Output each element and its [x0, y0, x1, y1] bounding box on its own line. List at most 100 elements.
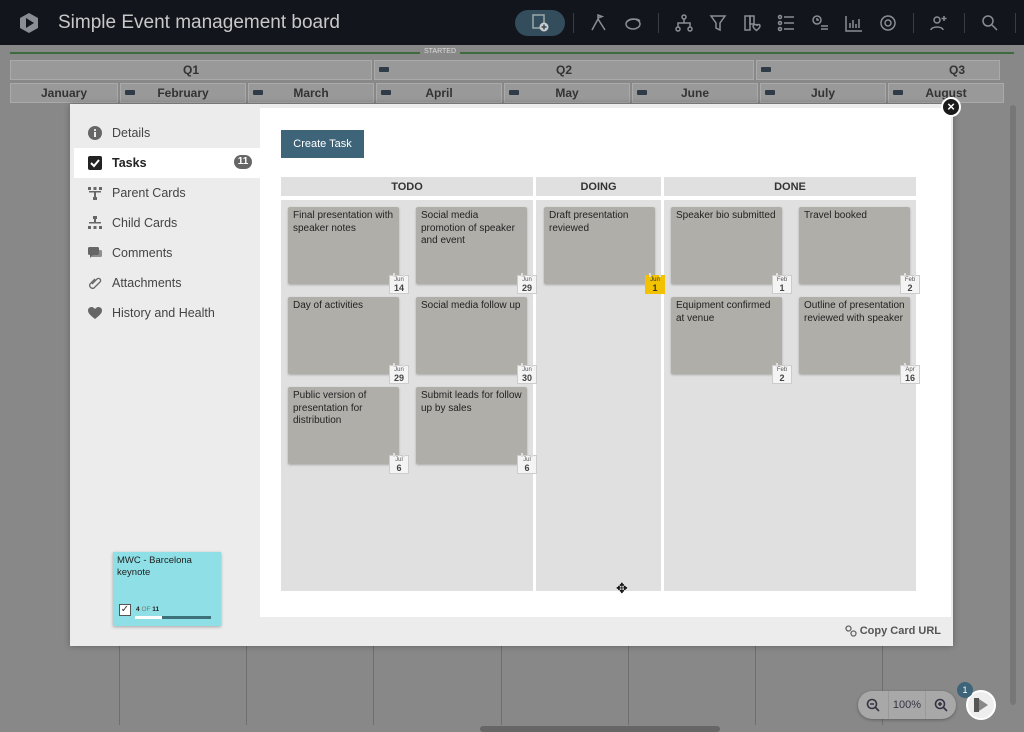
- zoom-out-button[interactable]: [858, 691, 888, 719]
- due-date-badge: Jun 14: [389, 273, 409, 294]
- checkbox-icon: [87, 155, 103, 171]
- task-card[interactable]: Social media follow up Jun 30: [416, 297, 537, 384]
- child-cards-icon: [87, 215, 103, 231]
- task-card[interactable]: Equipment confirmed at venue Feb 2: [671, 297, 792, 384]
- toolbar-divider: [573, 12, 574, 33]
- notification-count-badge: 1: [957, 682, 973, 698]
- nav-item-parent-cards[interactable]: Parent Cards: [74, 178, 260, 208]
- task-card[interactable]: Draft presentation reviewed Jun 1: [544, 207, 665, 294]
- add-card-button[interactable]: [515, 9, 565, 36]
- nav-label: History and Health: [112, 306, 215, 320]
- board-health-icon: [744, 14, 761, 32]
- horizontal-scrollbar[interactable]: [480, 726, 720, 732]
- top-bar: Simple Event management board: [0, 0, 1024, 45]
- toolbar-divider: [658, 12, 659, 33]
- add-card-icon: [532, 13, 549, 31]
- list-button[interactable]: [772, 9, 800, 37]
- task-card[interactable]: Submit leads for follow up by sales Jul 6: [416, 387, 537, 474]
- analytics-button[interactable]: [840, 9, 868, 37]
- comments-icon: [87, 245, 103, 261]
- collapse-button[interactable]: [637, 90, 647, 95]
- task-title: Submit leads for follow up by sales: [421, 390, 522, 414]
- due-day: 6: [524, 463, 530, 473]
- timeline-button[interactable]: [806, 9, 834, 37]
- task-checkbox-icon: ✓: [119, 604, 131, 616]
- copy-card-url-link[interactable]: Copy Card URL: [845, 625, 941, 637]
- task-title: Speaker bio submitted: [676, 210, 776, 221]
- collapse-button[interactable]: [761, 67, 771, 72]
- nav-label: Comments: [112, 246, 173, 260]
- month-header-row: January February March April May June Ju…: [10, 83, 1006, 103]
- create-task-button[interactable]: Create Task: [281, 130, 364, 158]
- quarter-header-row: Q1 Q2 Q3: [10, 60, 1002, 80]
- task-title: Day of activities: [293, 300, 364, 311]
- board-title: Simple Event management board: [58, 11, 340, 33]
- settings-icon: [880, 14, 896, 31]
- task-card[interactable]: Final presentation with speaker notes Jun…: [288, 207, 409, 294]
- task-title: Social media follow up: [421, 300, 521, 311]
- task-card[interactable]: Outline of presentation reviewed with sp…: [799, 297, 920, 384]
- nav-item-history-health[interactable]: History and Health: [74, 298, 260, 328]
- quarter-header: Q3: [756, 60, 1000, 80]
- due-date-badge: Feb 2: [900, 273, 920, 294]
- due-day: 16: [904, 373, 915, 383]
- nav-item-attachments[interactable]: Attachments: [74, 268, 260, 298]
- nav-label: Child Cards: [112, 216, 178, 230]
- history-health-icon: [87, 305, 103, 321]
- parent-card-preview[interactable]: MWC - Barcelona keynote ✓ 4 OF 11: [113, 552, 221, 626]
- toolbar-divider: [964, 12, 965, 33]
- nav-item-child-cards[interactable]: Child Cards: [74, 208, 260, 238]
- connections-icon: [675, 13, 693, 32]
- task-title: Social media promotion of speaker and ev…: [421, 210, 515, 246]
- collapse-button[interactable]: [253, 90, 263, 95]
- nav-label: Attachments: [112, 276, 182, 290]
- task-progress-bar: [135, 616, 211, 619]
- nav-item-comments[interactable]: Comments: [74, 238, 260, 268]
- task-card[interactable]: Day of activities Jun 29: [288, 297, 409, 384]
- collapse-button[interactable]: [893, 90, 903, 95]
- vertical-scrollbar[interactable]: [1010, 105, 1016, 705]
- invite-user-button[interactable]: [925, 9, 953, 37]
- month-header: January: [10, 83, 118, 103]
- nav-item-tasks[interactable]: Tasks 11: [74, 148, 260, 178]
- close-modal-button[interactable]: ×: [941, 97, 961, 117]
- toolbar-divider: [1015, 12, 1016, 33]
- collapse-button[interactable]: [765, 90, 775, 95]
- quarter-header: Q1: [10, 60, 372, 80]
- zoom-in-button[interactable]: [926, 691, 956, 719]
- month-header: June: [632, 83, 758, 103]
- collapse-button[interactable]: [379, 67, 389, 72]
- lane-header-todo: TODO: [281, 177, 533, 196]
- collapse-button[interactable]: [125, 90, 135, 95]
- parent-cards-icon: [87, 185, 103, 201]
- task-card[interactable]: Speaker bio submitted Feb 1: [671, 207, 792, 294]
- goals-button[interactable]: [585, 9, 613, 37]
- collapse-button[interactable]: [509, 90, 519, 95]
- due-date-badge: Jun 30: [517, 363, 537, 384]
- due-date-badge: Jun 29: [517, 273, 537, 294]
- card-detail-modal: Details Tasks 11 Parent Cards Child Card…: [70, 104, 953, 646]
- task-title: Final presentation with speaker notes: [293, 210, 394, 234]
- filter-button[interactable]: [704, 9, 732, 37]
- task-card[interactable]: Public version of presentation for distr…: [288, 387, 409, 474]
- due-date-badge: Jul 6: [389, 453, 409, 474]
- due-date-badge: Jun 29: [389, 363, 409, 384]
- connections-button[interactable]: [670, 9, 698, 37]
- toolbar-divider: [913, 12, 914, 33]
- nav-label: Tasks: [112, 156, 147, 170]
- search-button[interactable]: [976, 9, 1004, 37]
- paperclip-icon: [87, 275, 103, 291]
- due-day: 1: [779, 283, 785, 293]
- started-status-label: STARTED: [420, 48, 461, 55]
- due-day: 2: [907, 283, 913, 293]
- tags-button[interactable]: [619, 9, 647, 37]
- task-title: Draft presentation reviewed: [549, 210, 629, 234]
- task-card[interactable]: Social media promotion of speaker and ev…: [416, 207, 537, 294]
- app-logo-icon[interactable]: [18, 12, 40, 34]
- nav-item-details[interactable]: Details: [74, 118, 260, 148]
- task-card[interactable]: Travel booked Feb 2: [799, 207, 920, 294]
- settings-button[interactable]: [874, 9, 902, 37]
- collapse-button[interactable]: [381, 90, 391, 95]
- due-date-badge: Feb 2: [772, 363, 792, 384]
- board-health-button[interactable]: [738, 9, 766, 37]
